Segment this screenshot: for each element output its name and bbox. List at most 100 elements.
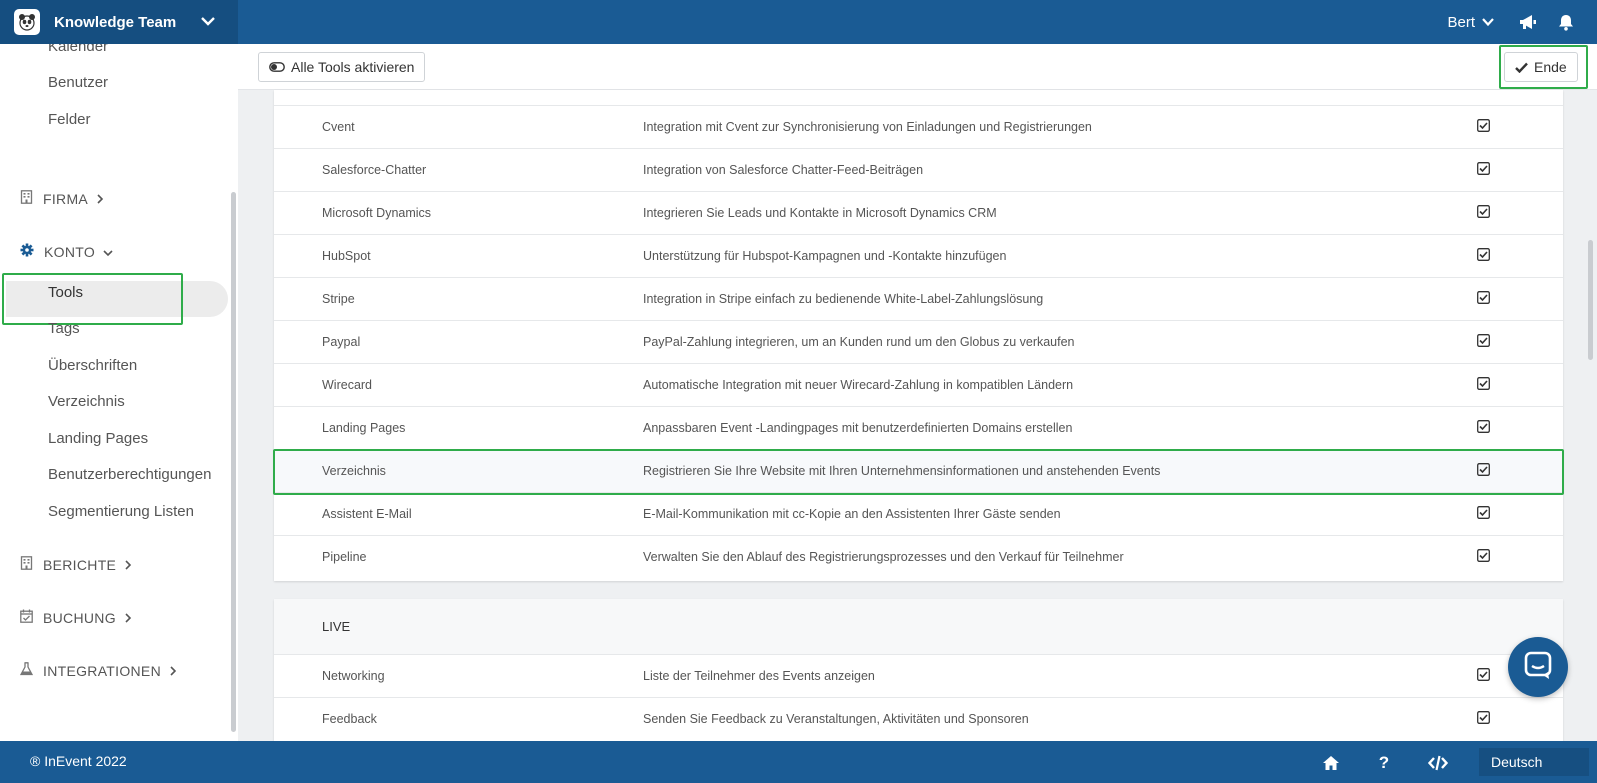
tool-name: Landing Pages bbox=[322, 421, 406, 435]
tool-description: Integrieren Sie Leads und Kontakte in Mi… bbox=[643, 206, 997, 220]
checked-checkbox-icon[interactable] bbox=[1477, 334, 1490, 347]
home-icon[interactable] bbox=[1319, 751, 1343, 775]
table-row: Pipeline Verwalten Sie den Ablauf des Re… bbox=[274, 536, 1563, 579]
sidebar-item-kalender[interactable]: Kalender bbox=[48, 44, 108, 55]
tool-name: HubSpot bbox=[322, 249, 371, 263]
tool-description: Unterstützung für Hubspot-Kampagnen und … bbox=[643, 249, 1007, 263]
table-row: HubSpot Unterstützung für Hubspot-Kampag… bbox=[274, 235, 1563, 278]
sidebar-section-berichte[interactable]: BERICHTE bbox=[20, 556, 132, 573]
help-icon[interactable]: ? bbox=[1372, 751, 1396, 775]
checked-checkbox-icon[interactable] bbox=[1477, 377, 1490, 390]
checked-checkbox-icon[interactable] bbox=[1477, 668, 1490, 681]
section-header-live: LIVE bbox=[274, 599, 1563, 655]
team-name: Knowledge Team bbox=[54, 13, 177, 31]
tool-description: Automatische Integration mit neuer Wirec… bbox=[643, 378, 1074, 392]
highlight-box-tools bbox=[2, 273, 183, 325]
table-row: Microsoft Dynamics Integrieren Sie Leads… bbox=[274, 192, 1563, 235]
gear-icon bbox=[20, 243, 34, 260]
tool-name: Salesforce-Chatter bbox=[322, 163, 427, 177]
sidebar-section-label: FIRMA bbox=[43, 190, 89, 207]
building-icon bbox=[20, 556, 33, 573]
sidebar-item-verzeichnis[interactable]: Verzeichnis bbox=[48, 393, 125, 410]
sidebar-item-benutzer[interactable]: Benutzer bbox=[48, 74, 108, 91]
sidebar-section-konto[interactable]: KONTO bbox=[20, 243, 113, 260]
bell-icon[interactable] bbox=[1547, 0, 1585, 44]
footer: ® InEvent 2022 ? Deutsch bbox=[0, 741, 1597, 783]
chevron-right-icon bbox=[124, 557, 132, 573]
tool-description: Integration mit Cvent zur Synchronisieru… bbox=[643, 120, 1092, 134]
user-menu[interactable]: Bert bbox=[1447, 14, 1475, 31]
team-switcher[interactable]: Knowledge Team bbox=[0, 0, 238, 44]
table-row: Wirecard Automatische Integration mit ne… bbox=[274, 364, 1563, 407]
language-selector[interactable]: Deutsch bbox=[1479, 748, 1589, 776]
tool-description: Liste der Teilnehmer des Events anzeigen bbox=[643, 669, 875, 683]
table-row: Landing Pages Anpassbaren Event -Landing… bbox=[274, 407, 1563, 450]
table-row-partial bbox=[274, 90, 1563, 106]
table-row: Salesforce-Chatter Integration von Sales… bbox=[274, 149, 1563, 192]
toggle-icon bbox=[269, 62, 285, 72]
calendar-check-icon bbox=[20, 609, 33, 626]
sidebar: Kalender Benutzer Felder FIRMA KONTO Too… bbox=[0, 44, 238, 741]
chevron-down-icon bbox=[103, 244, 113, 260]
highlight-box-verzeichnis bbox=[273, 449, 1564, 495]
copyright: ® InEvent 2022 bbox=[30, 753, 127, 769]
table-row: Stripe Integration in Stripe einfach zu … bbox=[274, 278, 1563, 321]
tool-name: Networking bbox=[322, 669, 385, 683]
flask-icon bbox=[19, 662, 34, 679]
team-logo bbox=[14, 9, 40, 35]
checked-checkbox-icon[interactable] bbox=[1477, 506, 1490, 519]
activate-all-tools-label: Alle Tools aktivieren bbox=[291, 59, 415, 75]
tool-name: Stripe bbox=[322, 292, 355, 306]
sidebar-item-segmentierung-listen[interactable]: Segmentierung Listen bbox=[48, 503, 194, 520]
tool-name: Paypal bbox=[322, 335, 361, 349]
table-row: Paypal PayPal-Zahlung integrieren, um an… bbox=[274, 321, 1563, 364]
sidebar-section-label: BERICHTE bbox=[43, 556, 117, 573]
sidebar-section-integrationen[interactable]: INTEGRATIONEN bbox=[19, 662, 177, 679]
chat-icon bbox=[1523, 650, 1553, 685]
checked-checkbox-icon[interactable] bbox=[1477, 420, 1490, 433]
checked-checkbox-icon[interactable] bbox=[1477, 248, 1490, 261]
tool-description: E-Mail-Kommunikation mit cc-Kopie an den… bbox=[643, 507, 1061, 521]
chevron-down-icon[interactable] bbox=[1481, 15, 1495, 29]
table-row: Networking Liste der Teilnehmer des Even… bbox=[274, 655, 1563, 698]
checked-checkbox-icon[interactable] bbox=[1477, 711, 1490, 724]
sidebar-scrollbar[interactable] bbox=[231, 192, 236, 732]
tool-description: Verwalten Sie den Ablauf des Registrieru… bbox=[643, 550, 1124, 564]
checked-checkbox-icon[interactable] bbox=[1477, 119, 1490, 132]
code-icon[interactable] bbox=[1426, 751, 1450, 775]
sidebar-item-landing-pages[interactable]: Landing Pages bbox=[48, 430, 148, 447]
tool-name: Assistent E-Mail bbox=[322, 507, 412, 521]
tool-name: Feedback bbox=[322, 712, 377, 726]
activate-all-tools-button[interactable]: Alle Tools aktivieren bbox=[258, 52, 426, 82]
checked-checkbox-icon[interactable] bbox=[1477, 291, 1490, 304]
sidebar-section-label: KONTO bbox=[44, 243, 96, 260]
sidebar-item-tags[interactable]: Tags bbox=[48, 320, 80, 337]
checked-checkbox-icon[interactable] bbox=[1477, 205, 1490, 218]
tool-description: Senden Sie Feedback zu Veranstaltungen, … bbox=[643, 712, 1029, 726]
table-row: Cvent Integration mit Cvent zur Synchron… bbox=[274, 106, 1563, 149]
sidebar-item-benutzerberechtigungen[interactable]: Benutzerberechtigungen bbox=[48, 466, 211, 483]
tool-name: Microsoft Dynamics bbox=[322, 206, 432, 220]
building-icon bbox=[20, 190, 33, 207]
chevron-right-icon bbox=[96, 191, 104, 207]
sidebar-item-ueberschriften[interactable]: Überschriften bbox=[48, 357, 137, 374]
chevron-right-icon bbox=[124, 610, 132, 626]
live-panel: LIVE Networking Liste der Teilnehmer des… bbox=[274, 599, 1563, 741]
tool-description: Integration von Salesforce Chatter-Feed-… bbox=[643, 163, 924, 177]
chevron-down-icon bbox=[200, 13, 216, 34]
toolbar: Alle Tools aktivieren Ende bbox=[238, 44, 1597, 90]
chat-launcher-button[interactable] bbox=[1508, 637, 1568, 697]
checked-checkbox-icon[interactable] bbox=[1477, 162, 1490, 175]
tool-description: Integration in Stripe einfach zu bediene… bbox=[643, 292, 1044, 306]
checked-checkbox-icon[interactable] bbox=[1477, 549, 1490, 562]
sidebar-section-firma[interactable]: FIRMA bbox=[20, 190, 104, 207]
sidebar-section-label: INTEGRATIONEN bbox=[43, 662, 161, 679]
tool-name: Pipeline bbox=[322, 550, 367, 564]
top-bar: Knowledge Team Bert bbox=[0, 0, 1597, 44]
sidebar-item-felder[interactable]: Felder bbox=[48, 111, 91, 128]
megaphone-icon[interactable] bbox=[1509, 0, 1547, 44]
table-row: Feedback Senden Sie Feedback zu Veransta… bbox=[274, 698, 1563, 741]
sidebar-section-label: BUCHUNG bbox=[43, 609, 116, 626]
sidebar-section-buchung[interactable]: BUCHUNG bbox=[20, 609, 132, 626]
main-scrollbar[interactable] bbox=[1588, 240, 1593, 360]
